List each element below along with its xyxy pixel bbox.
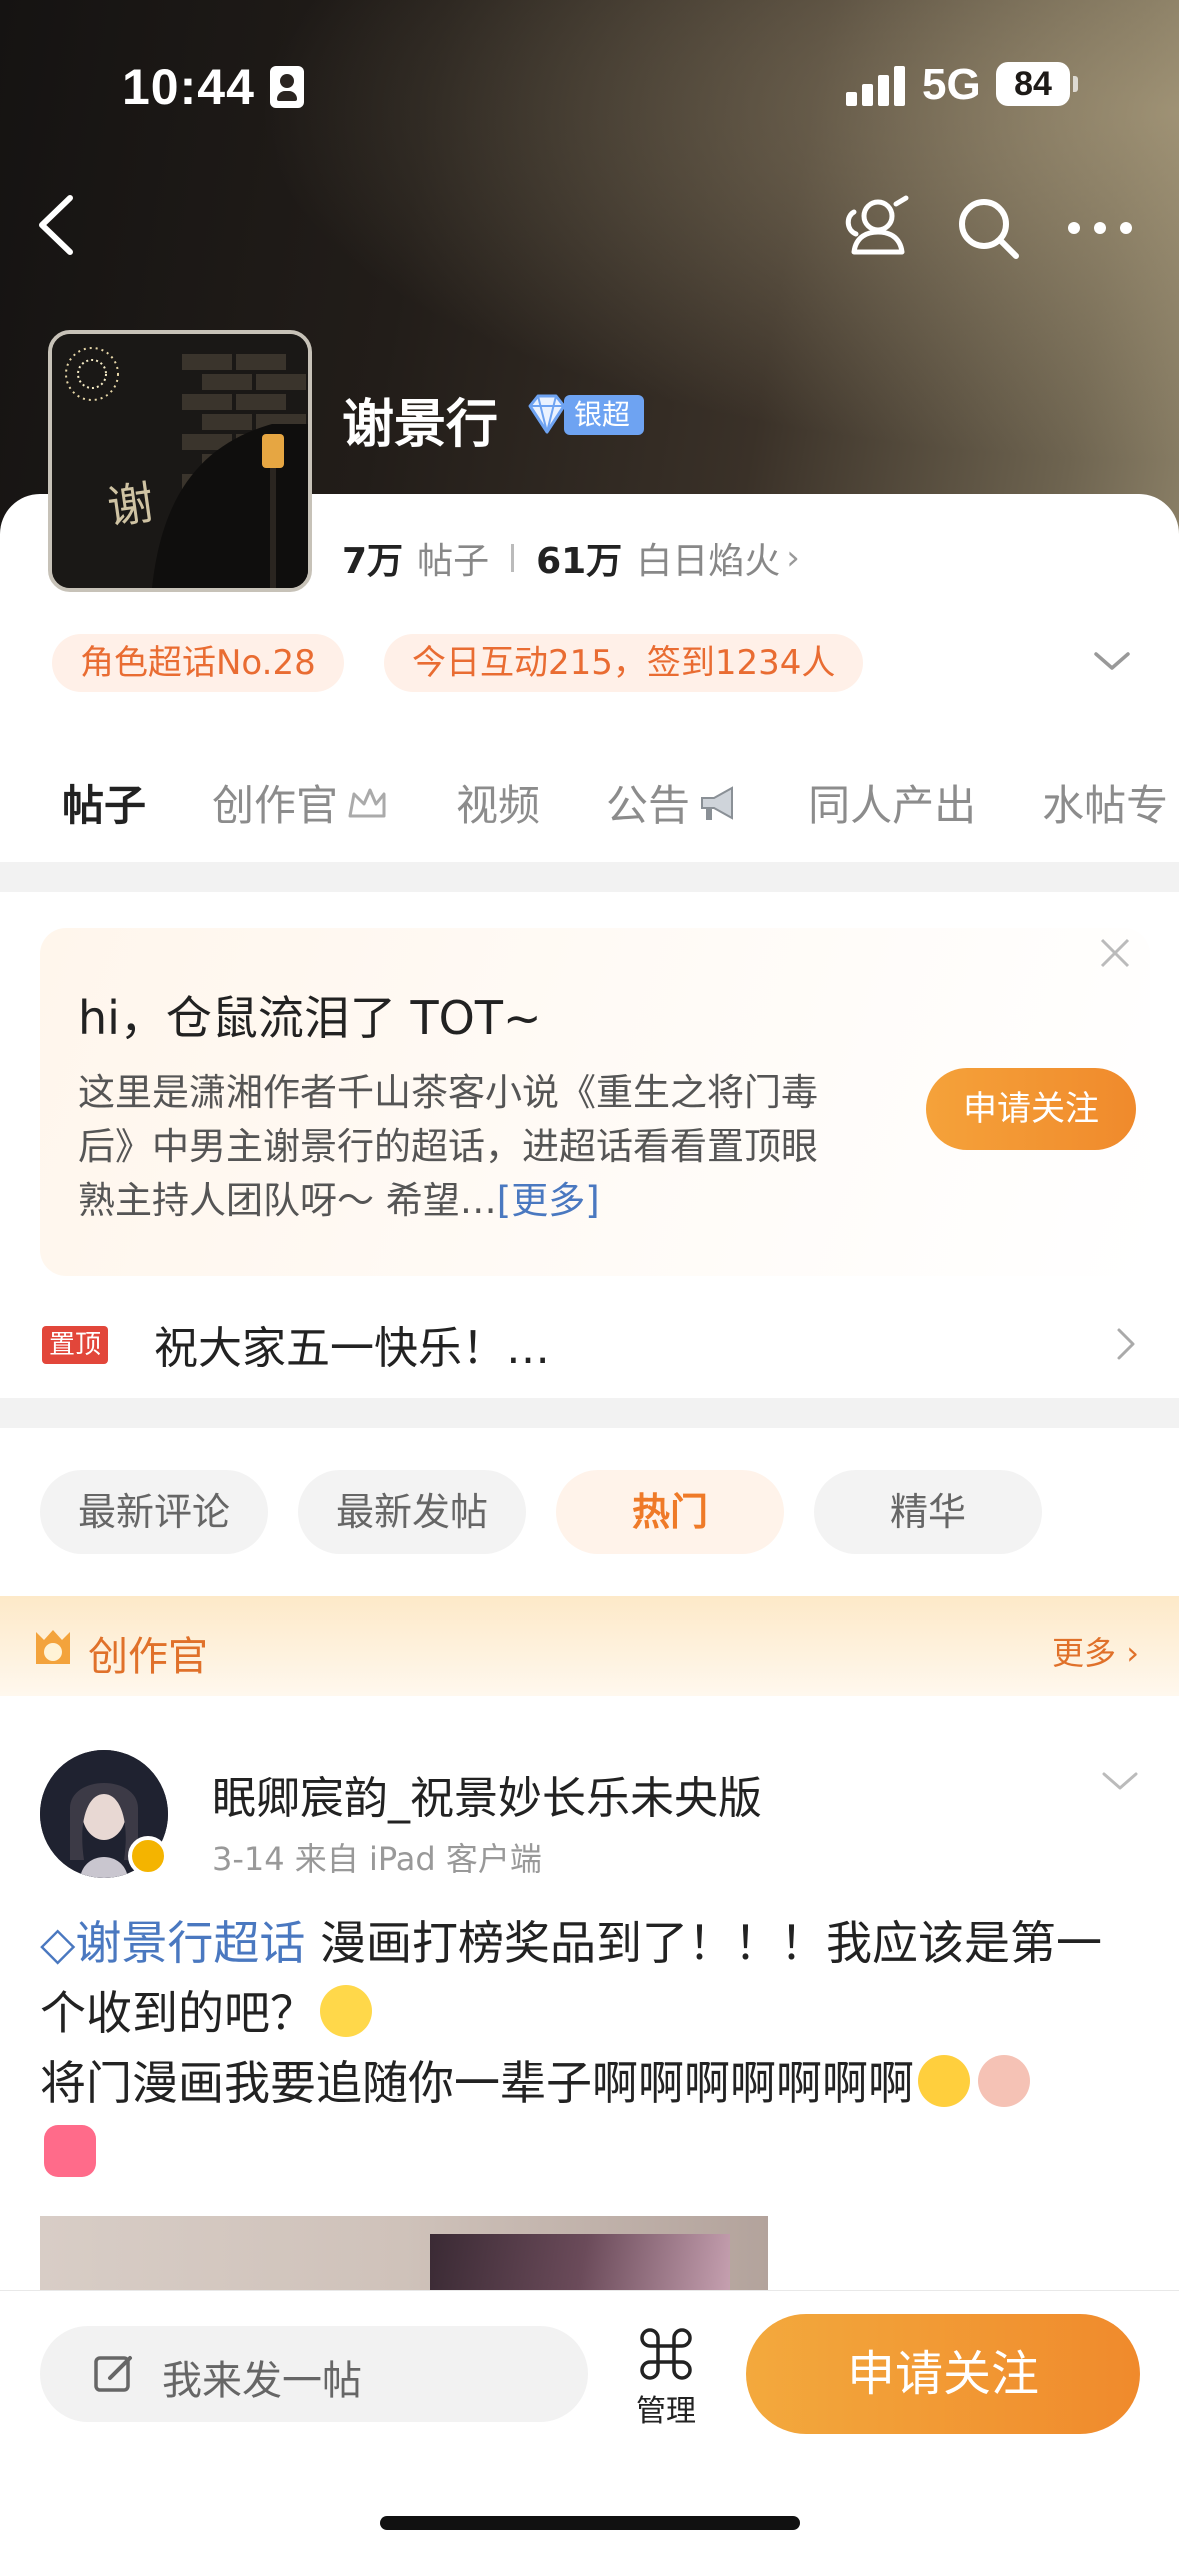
pinned-post-title[interactable]: 祝大家五一快乐！… <box>154 1312 550 1376</box>
fans-count: 61万 <box>536 541 623 582</box>
pinned-tag: 置顶 <box>42 1326 108 1364</box>
contact-card-icon <box>270 66 304 108</box>
tab-videos[interactable]: 视频 <box>456 772 540 833</box>
chevron-right-icon: › <box>786 538 800 578</box>
section-divider <box>0 1398 1179 1428</box>
search-icon[interactable] <box>950 190 1026 266</box>
tab-creators[interactable]: 创作官 <box>212 772 390 833</box>
pleading-emoji-icon <box>918 2055 970 2107</box>
fans-label: 白日焰火 <box>636 541 781 582</box>
activity-chip[interactable]: 今日互动215，签到1234人 <box>384 634 864 692</box>
edit-icon <box>94 2356 132 2392</box>
posts-count: 7万 <box>342 541 404 582</box>
status-time: 10:44 <box>122 59 255 115</box>
compose-placeholder: 我来发一帖 <box>162 2358 362 2404</box>
home-indicator[interactable] <box>380 2516 800 2530</box>
svg-text:谢: 谢 <box>104 475 157 535</box>
creator-badge-icon <box>36 1630 70 1664</box>
back-icon[interactable] <box>30 190 90 260</box>
battery-level: 84 <box>1014 65 1052 103</box>
intro-text: 这里是潇湘作者千山茶客小说《重生之将门毒后》中男主谢景行的超话，进超话看看置顶眼… <box>78 1071 818 1222</box>
level-badge-label: 银超 <box>564 395 645 435</box>
network-type: 5G <box>922 60 981 109</box>
intro-title: hi，仓鼠流泪了 TOT~ <box>78 991 542 1045</box>
filter-featured[interactable]: 精华 <box>814 1470 1042 1554</box>
chevron-down-icon[interactable] <box>1090 646 1134 676</box>
stats-divider <box>511 544 515 572</box>
tab-posts[interactable]: 帖子 <box>62 772 146 871</box>
filter-hot[interactable]: 热门 <box>556 1470 784 1554</box>
topic-title: 谢景行 <box>342 395 499 455</box>
battery-icon: 84 <box>996 62 1078 106</box>
smile-emoji-icon <box>320 1985 372 2037</box>
filter-latest-posts[interactable]: 最新发帖 <box>298 1470 526 1554</box>
chevron-right-icon[interactable] <box>1114 1326 1138 1362</box>
post-meta: 3-14 来自 iPad 客户端 <box>212 1840 542 1878</box>
intro-follow-button[interactable]: 申请关注 <box>926 1068 1136 1150</box>
level-badge[interactable]: 银超 <box>522 392 645 438</box>
more-link[interactable]: [更多] <box>497 1179 600 1222</box>
rank-chip[interactable]: 角色超话No.28 <box>52 634 344 692</box>
heart-emoji-icon <box>44 2125 96 2177</box>
chevron-down-icon[interactable] <box>1100 1768 1140 1794</box>
tab-water-posts[interactable]: 水帖专 <box>1042 772 1168 833</box>
cellular-signal-icon <box>846 66 906 106</box>
command-icon[interactable] <box>640 2328 692 2380</box>
creators-section-title: 创作官 <box>88 1634 208 1680</box>
sticker-emoji-icon <box>978 2055 1030 2107</box>
topic-stats[interactable]: 7万 帖子 61万 白日焰火 › <box>342 532 800 584</box>
verified-icon <box>128 1836 168 1876</box>
topic-cover-image[interactable]: 谢 <box>48 330 312 592</box>
more-options-icon[interactable] <box>1060 190 1140 266</box>
post-body: ◇谢景行超话 漫画打榜奖品到了！！！我应该是第一个收到的吧？ 将门漫画我要追随你… <box>40 1908 1140 2188</box>
filter-latest-comments[interactable]: 最新评论 <box>40 1470 268 1554</box>
creators-more-link[interactable]: 更多 › <box>1052 1628 1139 1674</box>
topic-link[interactable]: ◇谢景行超话 <box>40 1916 305 1970</box>
megaphone-icon <box>701 785 734 820</box>
topic-tabs: 帖子 创作官 视频 公告 同人产出 水帖专 <box>62 772 1179 871</box>
post-author[interactable]: 眠卿宸韵_祝景妙长乐未央版 <box>212 1762 762 1826</box>
tab-announcements[interactable]: 公告 <box>606 772 742 833</box>
close-icon[interactable] <box>1098 936 1132 970</box>
section-divider <box>0 862 1179 892</box>
manage-label[interactable]: 管理 <box>636 2386 696 2430</box>
posts-label: 帖子 <box>417 541 490 582</box>
follow-button[interactable]: 申请关注 <box>746 2314 1140 2434</box>
crown-icon <box>348 788 386 817</box>
tab-fan-works[interactable]: 同人产出 <box>808 772 976 833</box>
group-chat-icon[interactable] <box>840 190 916 266</box>
